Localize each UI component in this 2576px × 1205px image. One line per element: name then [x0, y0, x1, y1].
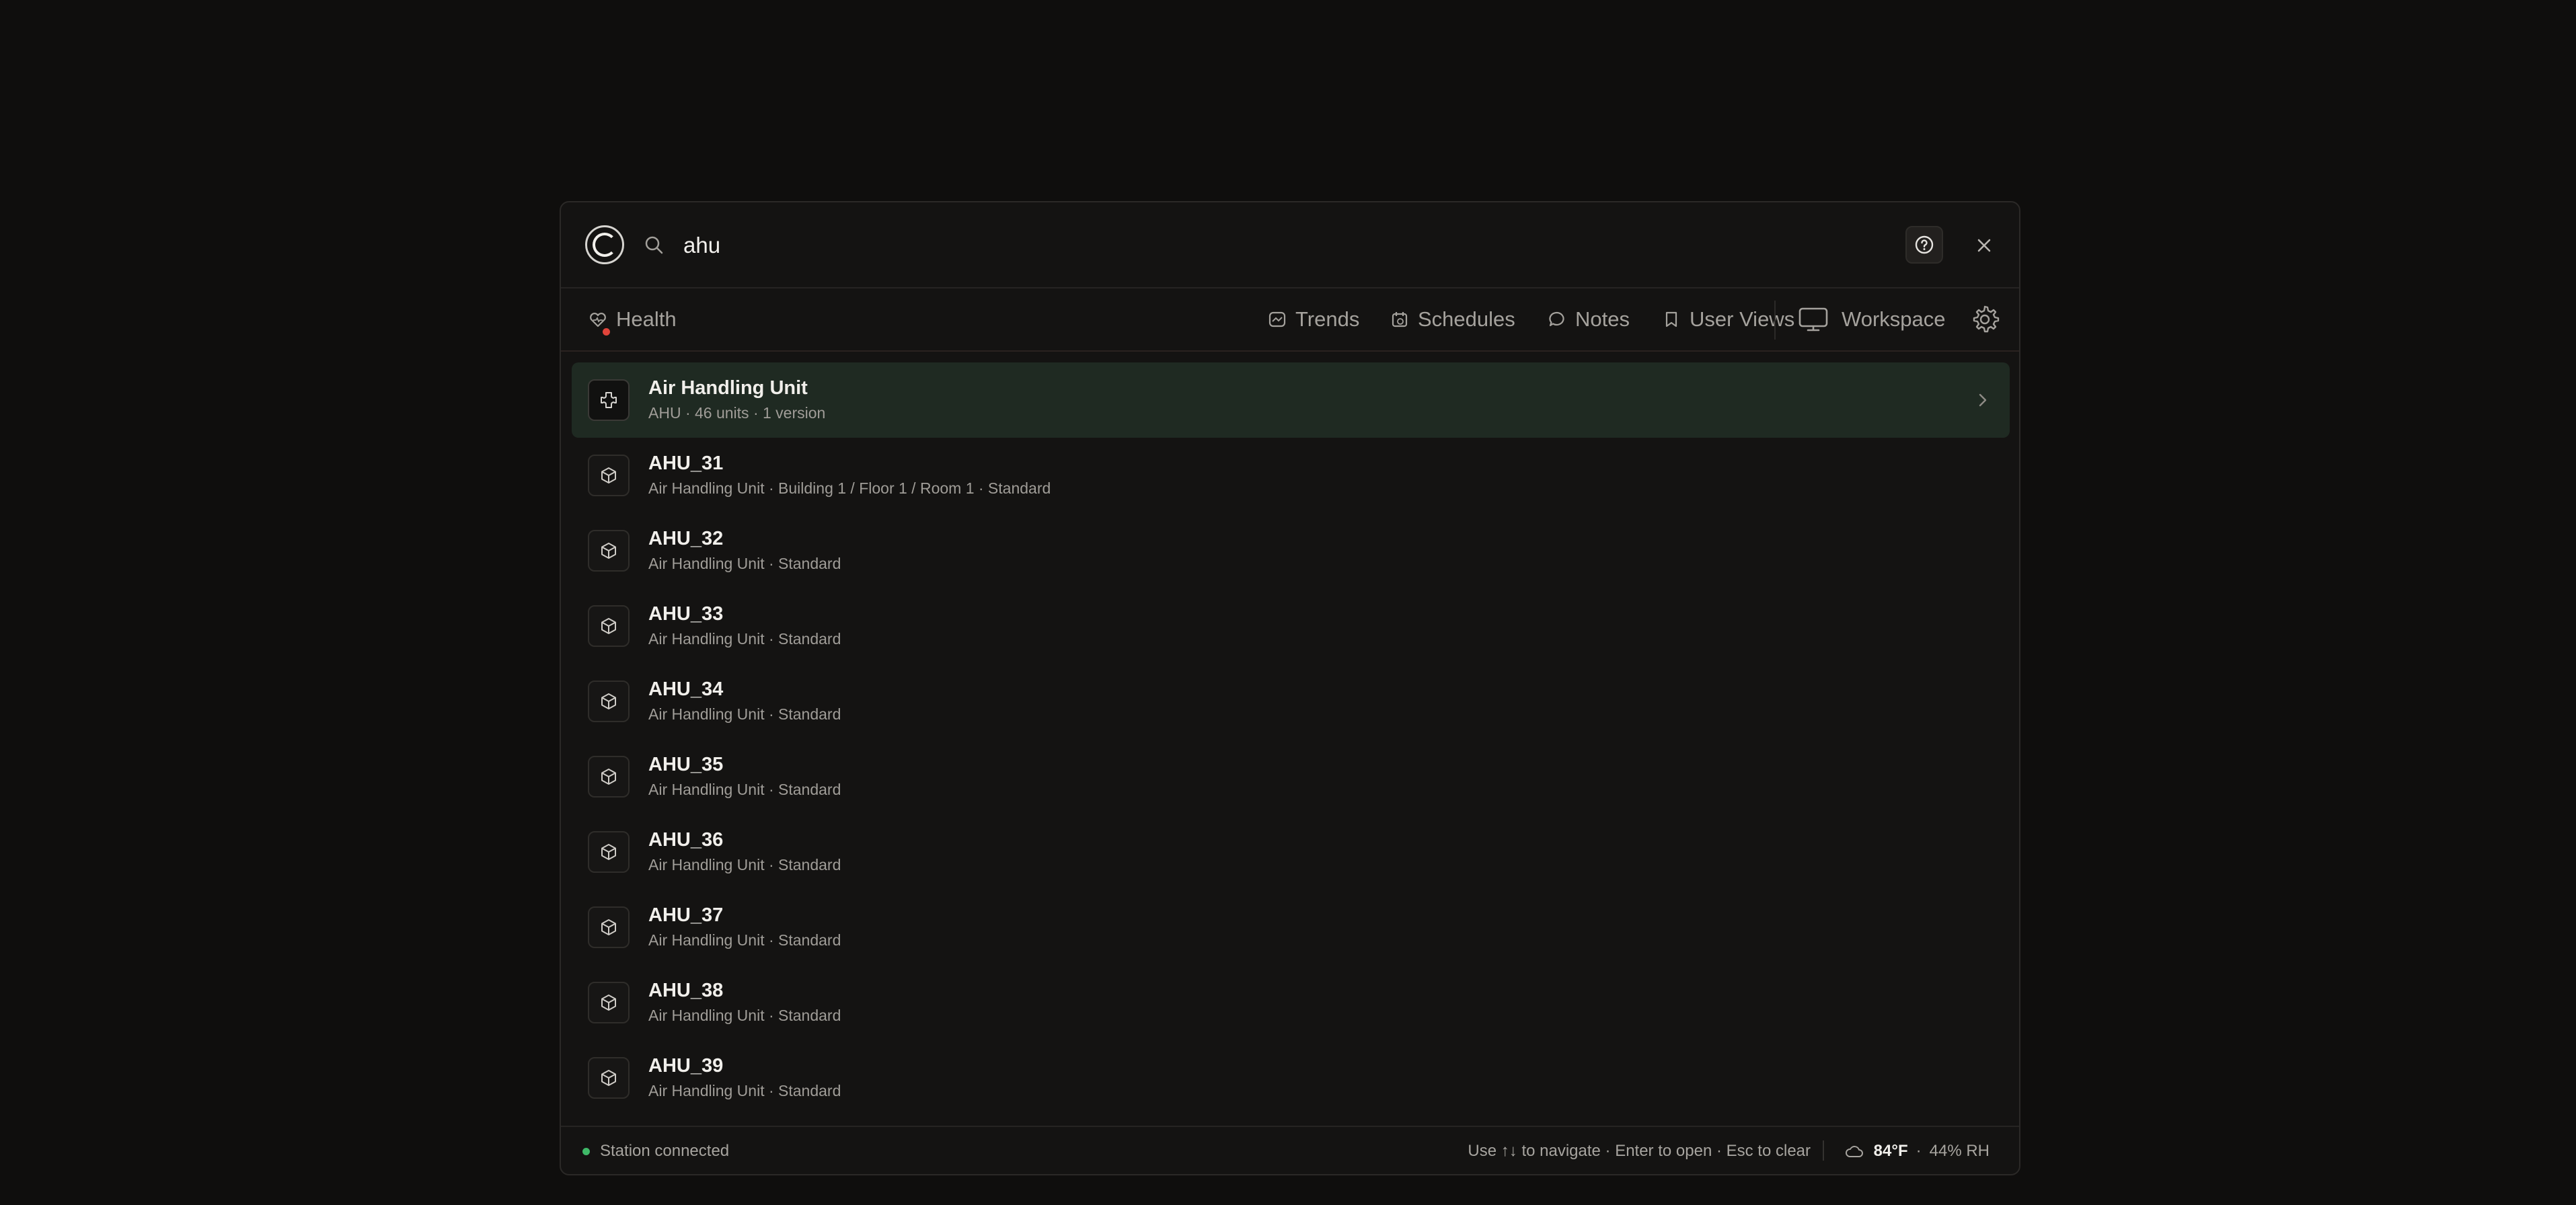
result-row[interactable]: AHU_32 Air Handling Unit · Standard [572, 513, 2010, 588]
alert-dot [603, 328, 610, 336]
page-background: Health Trends Schedules [0, 0, 2576, 1205]
tab-label: Schedules [1418, 307, 1515, 331]
result-row[interactable]: AHU_33 Air Handling Unit · Standard [572, 588, 2010, 664]
result-row-air-handling-unit[interactable]: Air Handling Unit AHU · 46 units · 1 ver… [572, 362, 2010, 438]
cube-icon [588, 906, 630, 948]
workspace-button[interactable]: Workspace [1797, 288, 1946, 350]
search-icon [645, 236, 663, 254]
result-title: AHU_38 [648, 980, 724, 1001]
cube-icon [588, 530, 630, 572]
result-title: AHU_36 [648, 829, 724, 851]
category-tabs: Health Trends Schedules Notes User Views… [561, 288, 2019, 352]
tab-label: Health [616, 307, 677, 331]
result-subtitle: Air Handling Unit · Standard [648, 1082, 841, 1099]
tab-notes[interactable]: Notes [1547, 288, 1630, 350]
tab-trends[interactable]: Trends [1267, 288, 1359, 350]
tab-label: Trends [1295, 307, 1360, 331]
cube-icon [588, 681, 630, 722]
result-subtitle: Air Handling Unit · Standard [648, 781, 841, 798]
chevron-right-icon [1979, 393, 1987, 407]
workspace-label: Workspace [1842, 307, 1946, 331]
tab-schedules[interactable]: Schedules [1390, 288, 1515, 350]
result-row[interactable]: AHU_35 Air Handling Unit · Standard [572, 739, 2010, 814]
result-title: AHU_35 [648, 754, 724, 775]
result-subtitle: Air Handling Unit · Standard [648, 1007, 841, 1024]
result-row[interactable]: AHU_38 Air Handling Unit · Standard [572, 965, 2010, 1040]
tab-health[interactable]: Health [588, 288, 677, 350]
cube-icon [588, 455, 630, 496]
tab-divider [1774, 301, 1776, 340]
search-input[interactable] [682, 223, 1761, 268]
result-subtitle: Air Handling Unit · Standard [648, 856, 841, 873]
app-logo-icon [585, 225, 624, 264]
trends-icon [1268, 311, 1286, 327]
cube-icon [588, 982, 630, 1023]
result-row[interactable]: AHU_34 Air Handling Unit · Standard [572, 664, 2010, 739]
result-title: AHU_39 [648, 1055, 724, 1077]
result-subtitle: AHU · 46 units · 1 version [648, 404, 826, 422]
close-icon [1977, 239, 1991, 252]
cube-icon [588, 831, 630, 873]
bookmark-icon [1665, 311, 1677, 327]
result-subtitle: Air Handling Unit · Standard [648, 630, 841, 648]
temperature: 84°F [1873, 1142, 1908, 1160]
result-title: AHU_32 [648, 528, 724, 549]
tab-label: User Views [1690, 307, 1795, 331]
tab-label: Notes [1575, 307, 1630, 331]
cloud-icon [1845, 1146, 1863, 1157]
chat-bubble-icon [1549, 311, 1564, 327]
keyboard-hint: Use ↑↓ to navigate · Enter to open · Esc… [1468, 1142, 1811, 1160]
settings-button[interactable] [1969, 288, 2008, 350]
connection-status: Station connected [600, 1142, 730, 1160]
health-heart-icon [588, 309, 616, 336]
result-subtitle: Air Handling Unit · Standard [648, 931, 841, 949]
cube-icon [588, 756, 630, 798]
result-row[interactable]: AHU_36 Air Handling Unit · Standard [572, 814, 2010, 890]
close-button[interactable] [1971, 232, 1998, 259]
calendar-icon [1392, 312, 1408, 327]
cube-icon [588, 605, 630, 647]
gear-icon [1973, 305, 2000, 333]
humidity: 44% RH [1929, 1142, 1990, 1160]
result-title: AHU_37 [648, 904, 724, 926]
result-subtitle: Air Handling Unit · Building 1 / Floor 1… [648, 479, 1051, 497]
result-subtitle: Air Handling Unit · Standard [648, 705, 841, 723]
monitor-icon [1798, 307, 1828, 332]
help-button[interactable] [1905, 226, 1943, 264]
result-subtitle: Air Handling Unit · Standard [648, 555, 841, 572]
command-palette: Health Trends Schedules [560, 201, 2020, 1175]
result-title: AHU_33 [648, 603, 724, 625]
connection-status-dot [582, 1148, 590, 1155]
cube-icon [588, 1057, 630, 1099]
weather-readout: 84°F · 44% RH [1844, 1140, 1990, 1162]
help-circle-icon [1915, 235, 1934, 254]
result-row[interactable]: AHU_37 Air Handling Unit · Standard [572, 890, 2010, 965]
separator-dot: · [1916, 1142, 1922, 1160]
result-title: AHU_34 [648, 678, 724, 700]
footer-divider [1823, 1140, 1824, 1161]
result-title: Air Handling Unit [648, 377, 808, 399]
search-bar [561, 202, 2019, 288]
result-row[interactable]: AHU_31 Air Handling Unit · Building 1 / … [572, 438, 2010, 513]
result-title: AHU_31 [648, 453, 724, 474]
puzzle-icon [588, 379, 630, 421]
status-bar: Station connected Use ↑↓ to navigate · E… [561, 1126, 2019, 1174]
result-row[interactable]: AHU_39 Air Handling Unit · Standard [572, 1040, 2010, 1116]
